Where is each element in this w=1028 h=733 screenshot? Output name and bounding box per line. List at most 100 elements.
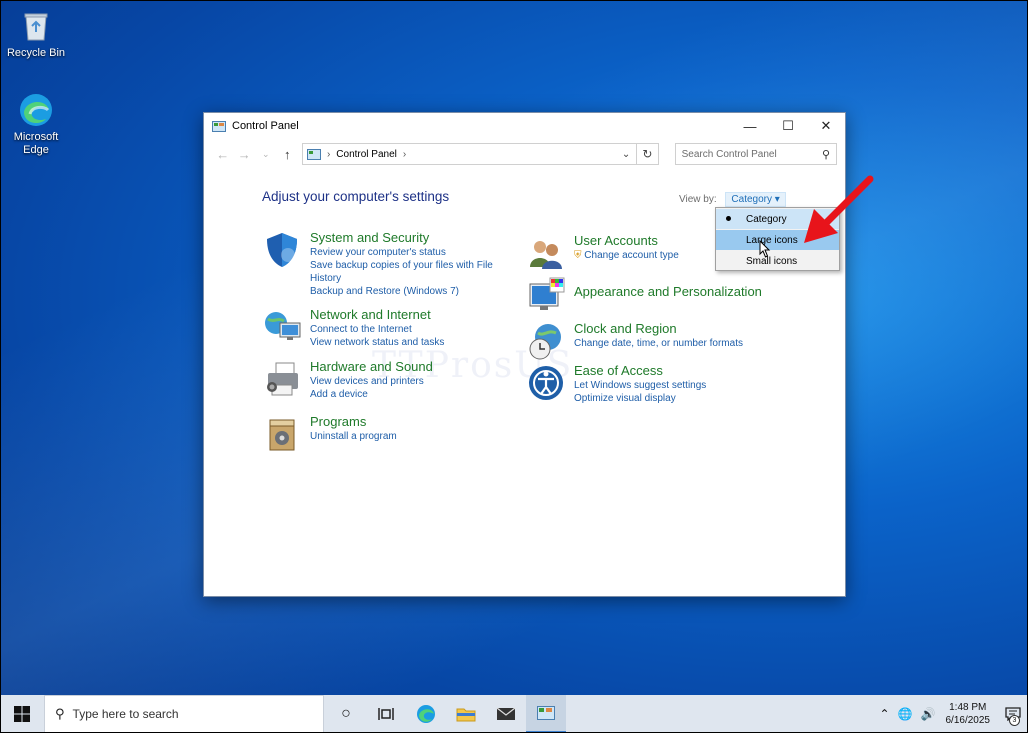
chevron-up-icon[interactable]: ⌃: [880, 707, 890, 721]
control-panel-taskbar-button[interactable]: [526, 695, 566, 733]
view-by-value: Category: [731, 194, 772, 205]
clock-date: 6/16/2025: [945, 715, 991, 726]
breadcrumb[interactable]: Control Panel: [336, 149, 397, 160]
category-network-internet: Network and Internet Connect to the Inte…: [262, 307, 444, 349]
view-by-dropdown[interactable]: Category ▾: [725, 192, 786, 207]
recycle-bin-icon: [18, 8, 54, 44]
category-title[interactable]: Ease of Access: [574, 363, 706, 379]
uac-shield-icon: ⛨: [574, 250, 582, 261]
notification-button[interactable]: 3: [998, 695, 1028, 733]
address-row: ← → ⌄ ↑ › Control Panel › ⌄ ↻ Search Con…: [204, 139, 845, 169]
network-globe-icon: [265, 312, 301, 340]
task-view-icon: [378, 708, 394, 720]
mouse-cursor-icon: [759, 240, 771, 258]
category-title[interactable]: Hardware and Sound: [310, 359, 433, 375]
menu-item-small-icons[interactable]: Small icons: [716, 251, 839, 271]
edge-icon: [18, 92, 54, 128]
speaker-icon[interactable]: 🔊: [921, 707, 936, 721]
search-input[interactable]: Search Control Panel ⚲: [674, 143, 837, 165]
control-panel-icon: [306, 148, 321, 160]
task-link[interactable]: ⛨ Change account type: [574, 249, 679, 262]
category-hardware-sound: Hardware and Sound View devices and prin…: [262, 359, 433, 401]
task-link[interactable]: Save backup copies of your files with Fi…: [310, 259, 495, 285]
task-link[interactable]: Uninstall a program: [310, 430, 397, 443]
printer-icon: [267, 362, 298, 396]
back-arrow-icon[interactable]: ←: [212, 147, 233, 162]
menu-item-label: Small icons: [746, 255, 798, 267]
category-title[interactable]: Network and Internet: [310, 307, 444, 323]
chevron-down-icon[interactable]: ⌄: [616, 149, 636, 160]
up-arrow-icon[interactable]: ↑: [276, 147, 297, 162]
task-link[interactable]: View devices and printers: [310, 375, 433, 388]
cortana-button[interactable]: ○: [326, 695, 366, 733]
category-title[interactable]: User Accounts: [574, 233, 679, 249]
menu-item-label: Category: [746, 213, 787, 225]
task-link[interactable]: Review your computer's status: [310, 246, 495, 259]
taskbar-search-input[interactable]: ⚲ Type here to search: [44, 695, 324, 733]
category-title[interactable]: System and Security: [310, 230, 495, 246]
category-user-accounts: User Accounts ⛨ Change account type: [526, 233, 679, 273]
selected-bullet-icon: [726, 216, 731, 221]
folder-icon: [456, 708, 476, 722]
file-explorer-button[interactable]: [446, 695, 486, 733]
clock-globe-icon: [529, 324, 561, 360]
task-link[interactable]: Add a device: [310, 388, 433, 401]
view-by-label: View by:: [679, 194, 717, 205]
chevron-right-icon: ›: [326, 148, 331, 160]
clock[interactable]: 1:48 PM 6/16/2025: [946, 701, 991, 727]
category-title[interactable]: Appearance and Personalization: [574, 284, 762, 300]
search-icon: ⚲: [55, 706, 65, 721]
task-link[interactable]: Change date, time, or number formats: [574, 337, 743, 350]
chevron-right-icon[interactable]: ›: [403, 149, 406, 160]
desktop-icon-label: Recycle Bin: [6, 47, 66, 59]
red-arrow-annotation: [804, 175, 874, 243]
taskbar: ⚲ Type here to search ○ ⌃ 🌐 🔊 1:48 PM 6/…: [0, 695, 1028, 733]
clock-time: 1:48 PM: [949, 702, 987, 713]
system-tray: ⌃ 🌐 🔊 1:48 PM 6/16/2025 3: [876, 695, 1028, 733]
ease-of-access-icon: [529, 366, 563, 400]
window-title: Control Panel: [232, 120, 299, 132]
task-link[interactable]: Optimize visual display: [574, 392, 706, 405]
category-clock-region: Clock and Region Change date, time, or n…: [526, 321, 743, 361]
view-by: View by: Category ▾: [679, 192, 786, 207]
search-icon[interactable]: ⚲: [816, 148, 836, 161]
title-bar[interactable]: Control Panel — ☐ ✕: [204, 113, 845, 139]
search-placeholder: Search Control Panel: [681, 148, 777, 160]
recent-chevron-icon[interactable]: ⌄: [255, 149, 276, 160]
taskbar-edge-button[interactable]: [406, 695, 446, 733]
notification-badge: 3: [1009, 715, 1020, 726]
close-button[interactable]: ✕: [807, 113, 845, 139]
category-title[interactable]: Programs: [310, 414, 397, 430]
programs-icon: [269, 419, 295, 451]
task-link[interactable]: Let Windows suggest settings: [574, 379, 706, 392]
task-view-button[interactable]: [366, 695, 406, 733]
desktop-icon-label: Microsoft Edge: [13, 131, 59, 156]
maximize-button[interactable]: ☐: [769, 113, 807, 139]
task-link[interactable]: Connect to the Internet: [310, 323, 444, 336]
refresh-button[interactable]: ↻: [637, 143, 659, 165]
windows-logo-icon: [14, 706, 30, 722]
page-title: Adjust your computer's settings: [262, 189, 450, 204]
desktop-icon-recycle-bin[interactable]: Recycle Bin: [6, 8, 66, 60]
mail-button[interactable]: [486, 695, 526, 733]
category-title[interactable]: Clock and Region: [574, 321, 743, 337]
category-system-security: System and Security Review your computer…: [262, 230, 495, 298]
control-panel-icon: [212, 120, 226, 132]
address-bar[interactable]: › Control Panel › ⌄: [301, 143, 638, 165]
mail-icon: [496, 707, 516, 720]
category-programs: Programs Uninstall a program: [262, 414, 397, 454]
taskbar-search-placeholder: Type here to search: [72, 707, 179, 721]
task-link-label: Change account type: [584, 250, 679, 261]
desktop-icon-edge[interactable]: Microsoft Edge: [6, 92, 66, 157]
edge-icon: [417, 705, 435, 723]
control-panel-icon: [537, 706, 555, 720]
category-ease-of-access: Ease of Access Let Windows suggest setti…: [526, 363, 706, 405]
task-link[interactable]: View network status and tasks: [310, 336, 444, 349]
forward-arrow-icon[interactable]: →: [233, 147, 254, 162]
network-globe-icon[interactable]: 🌐: [898, 707, 913, 721]
category-appearance: Appearance and Personalization: [526, 276, 762, 316]
start-button[interactable]: [0, 695, 44, 733]
minimize-button[interactable]: —: [731, 113, 769, 139]
menu-item-label: Large icons: [746, 234, 798, 246]
task-link[interactable]: Backup and Restore (Windows 7): [310, 285, 495, 298]
